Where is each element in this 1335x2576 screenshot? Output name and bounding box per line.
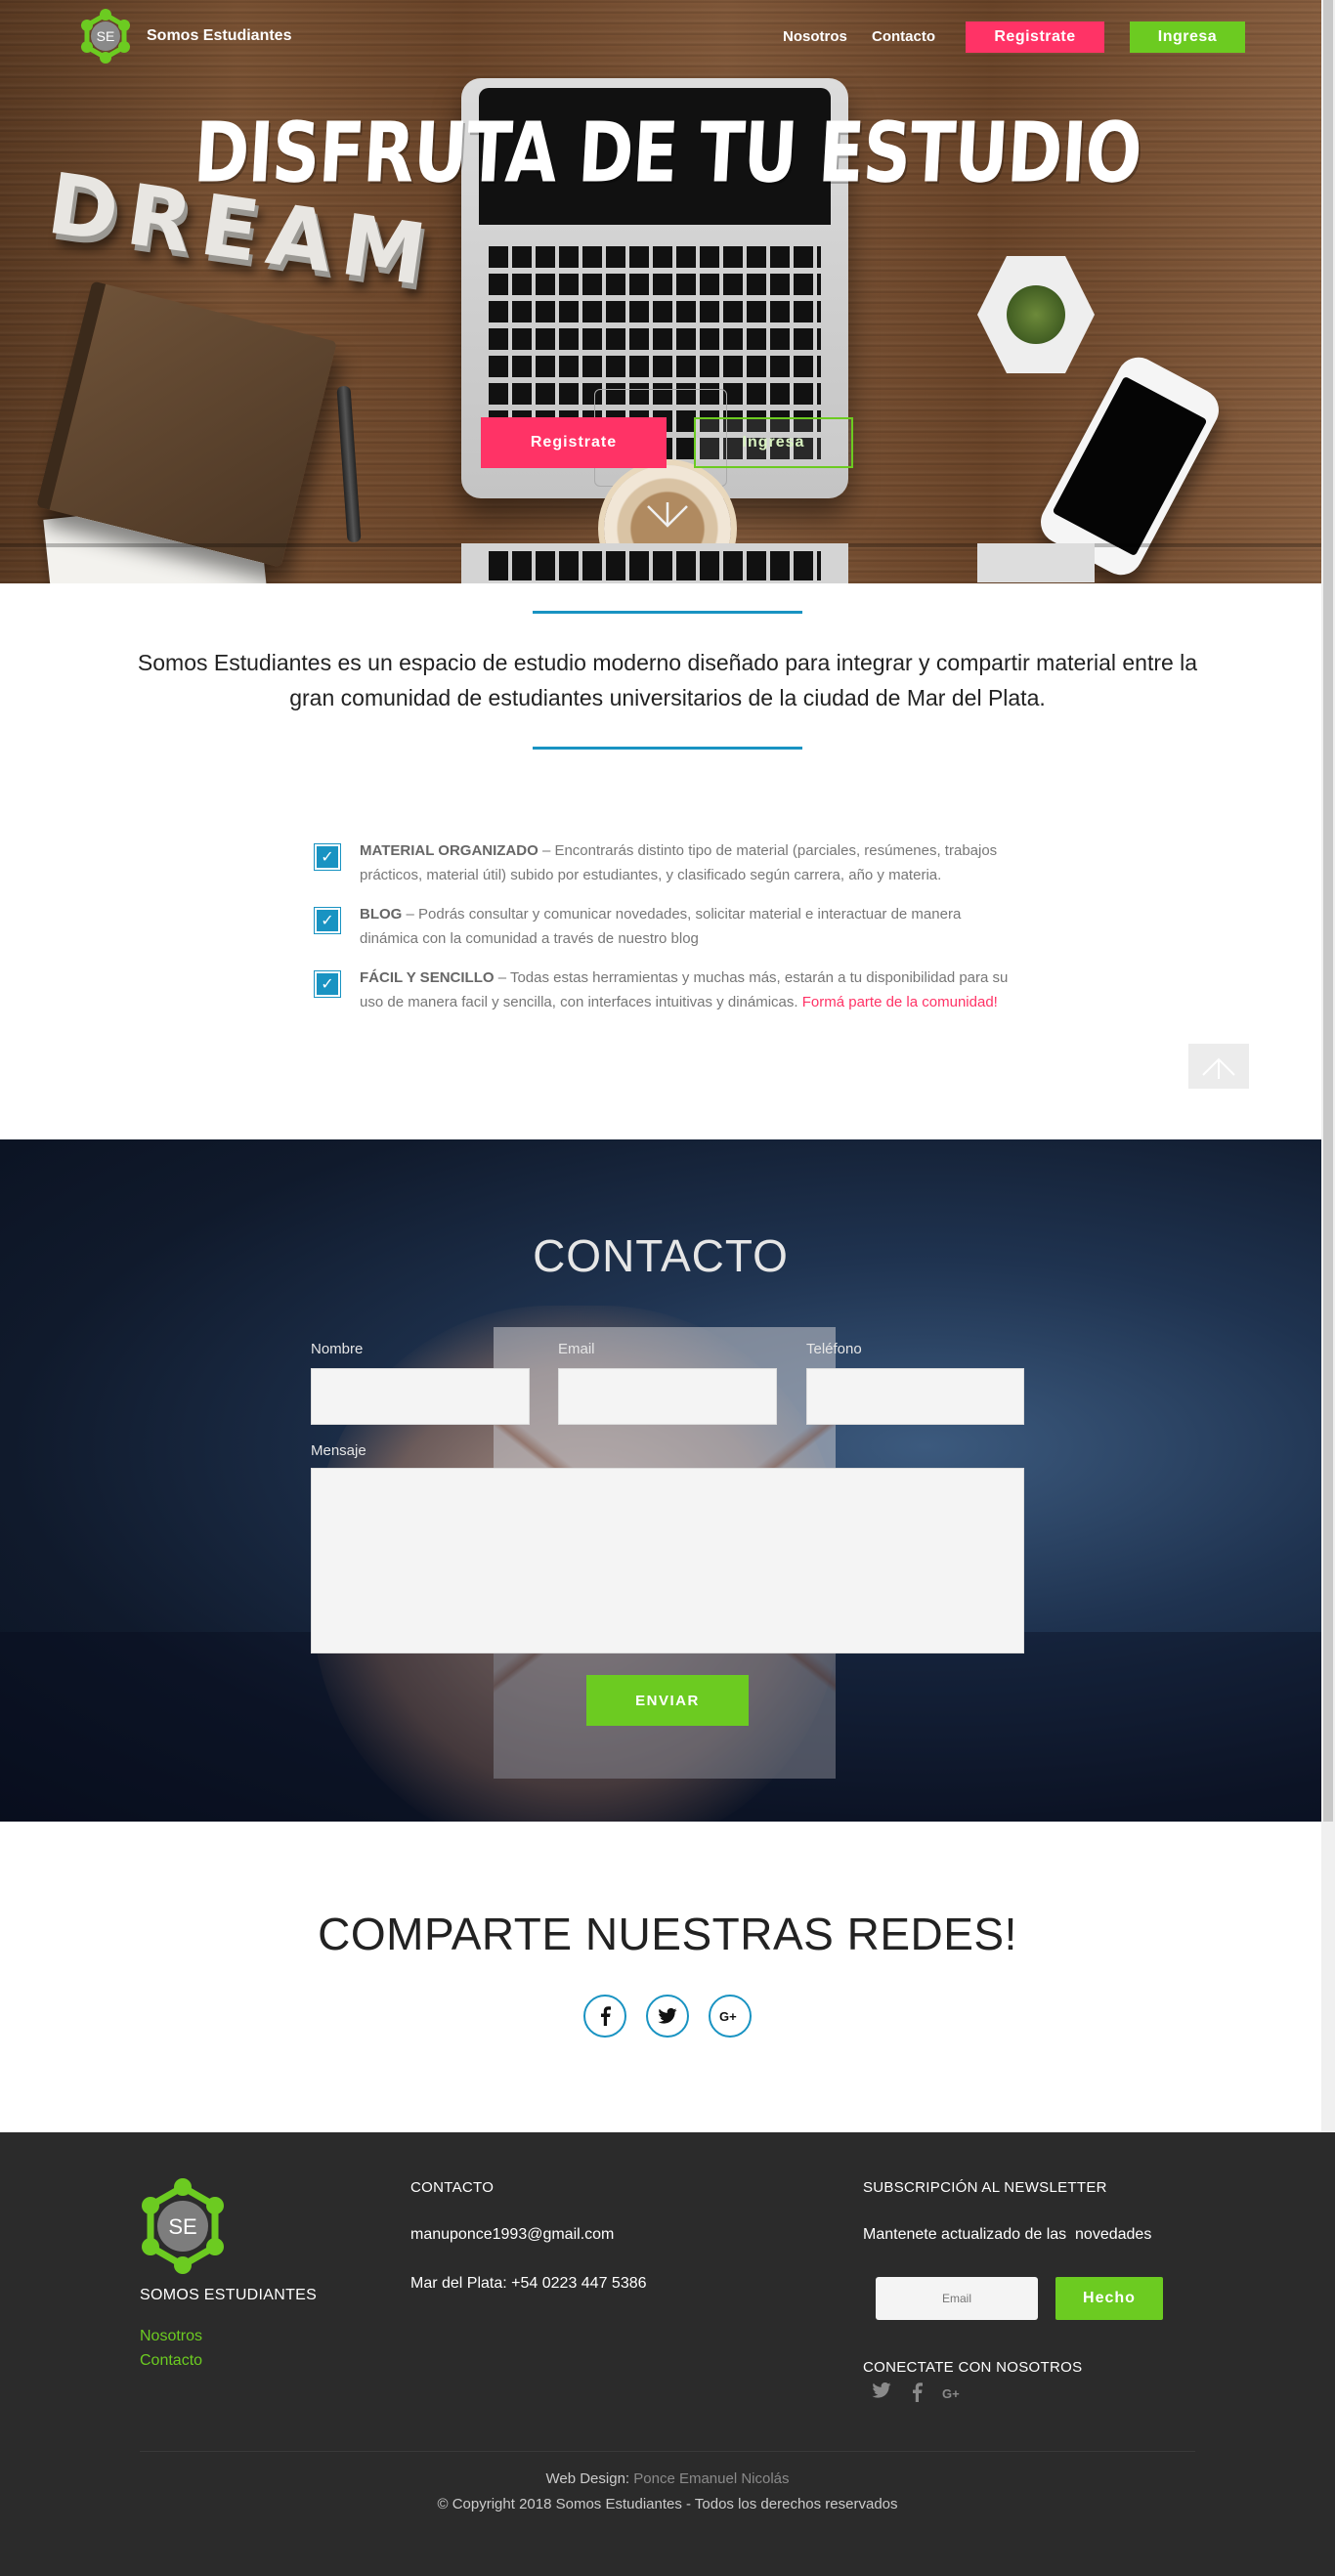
- scrollbar-thumb[interactable]: [1323, 0, 1333, 1822]
- hero-title: DISFRUTA DE TU ESTUDIO: [191, 106, 1144, 202]
- feature-title: BLOG: [360, 906, 403, 923]
- newsletter-text: Mantenete actualizado de las novedades: [863, 2226, 1152, 2243]
- photo-shade: [0, 1632, 1321, 1822]
- footer-twitter-icon[interactable]: [872, 2382, 891, 2403]
- footer-google-plus-icon[interactable]: G+: [942, 2384, 964, 2405]
- footer-credit: Web Design: Ponce Emanuel Nicolás: [0, 2470, 1335, 2487]
- facebook-icon[interactable]: [583, 1995, 626, 2038]
- feature-item: ✓ FÁCIL Y SENCILLO – Todas estas herrami…: [314, 966, 1018, 1014]
- footer-facebook-icon[interactable]: [911, 2383, 923, 2407]
- name-input[interactable]: [311, 1368, 530, 1425]
- back-to-top-button[interactable]: [1188, 1044, 1249, 1089]
- photo-plant-repeat: [977, 543, 1095, 582]
- svg-text:G+: G+: [942, 2386, 960, 2400]
- features-list: ✓ MATERIAL ORGANIZADO – Encontrarás dist…: [314, 838, 1018, 1029]
- check-icon: ✓: [314, 970, 341, 998]
- phone-input[interactable]: [806, 1368, 1024, 1425]
- footer-contact-heading: CONTACTO: [410, 2179, 495, 2196]
- newsletter-submit-button[interactable]: Hecho: [1055, 2277, 1163, 2320]
- footer-brand: SOMOS ESTUDIANTES: [140, 2287, 318, 2303]
- svg-text:G+: G+: [719, 2009, 737, 2023]
- twitter-icon[interactable]: [646, 1995, 689, 2038]
- email-label: Email: [558, 1341, 595, 1357]
- nav-login-button[interactable]: Ingresa: [1130, 21, 1245, 53]
- footer: SE SOMOS ESTUDIANTES Nosotros Contacto C…: [0, 2132, 1335, 2576]
- message-label: Mensaje: [311, 1442, 366, 1459]
- top-navbar: SE Somos Estudiantes Nosotros Contacto R…: [0, 0, 1321, 74]
- footer-divider: [140, 2451, 1195, 2452]
- logo-text: SE: [97, 28, 115, 44]
- footer-link-nosotros[interactable]: Nosotros: [140, 2328, 202, 2345]
- credit-prefix: Web Design:: [545, 2470, 634, 2487]
- name-label: Nombre: [311, 1341, 364, 1357]
- connect-heading: CONECTATE CON NOSOTROS: [863, 2359, 1083, 2376]
- credit-author-link[interactable]: Ponce Emanuel Nicolás: [633, 2470, 789, 2487]
- logo-icon[interactable]: SE: [76, 7, 135, 65]
- check-icon: ✓: [314, 907, 341, 934]
- newsletter-email-input[interactable]: [876, 2277, 1038, 2320]
- contact-title: CONTACTO: [533, 1230, 789, 1281]
- google-plus-icon[interactable]: G+: [709, 1995, 752, 2038]
- join-community-link[interactable]: Formá parte de la comunidad!: [802, 994, 998, 1010]
- scroll-down-icon[interactable]: [624, 483, 711, 551]
- brand-name[interactable]: Somos Estudiantes: [147, 27, 291, 45]
- hero-section: DREAM SE Somos Estudiantes Nosotros Cont…: [0, 0, 1321, 583]
- newsletter-heading: SUBSCRIPCIÓN AL NEWSLETTER: [863, 2179, 1107, 2196]
- intro-divider-top: [533, 611, 802, 614]
- intro-divider-bottom: [533, 747, 802, 750]
- hero-register-button[interactable]: Registrate: [481, 417, 667, 468]
- feature-item: ✓ MATERIAL ORGANIZADO – Encontrarás dist…: [314, 838, 1018, 887]
- feature-title: FÁCIL Y SENCILLO: [360, 969, 495, 986]
- contact-section: CONTACTO Nombre Email Teléfono Mensaje E…: [0, 1139, 1321, 1822]
- footer-phone: Mar del Plata: +54 0223 447 5386: [410, 2275, 647, 2292]
- phone-label: Teléfono: [806, 1341, 862, 1357]
- footer-link-contacto[interactable]: Contacto: [140, 2352, 202, 2370]
- arrow-up-icon: [1202, 1057, 1235, 1079]
- feature-title: MATERIAL ORGANIZADO: [360, 842, 538, 859]
- footer-logo-text: SE: [168, 2214, 196, 2239]
- feature-text: – Podrás consultar y comunicar novedades…: [360, 906, 962, 947]
- nav-register-button[interactable]: Registrate: [966, 21, 1104, 53]
- nav-link-contacto[interactable]: Contacto: [872, 28, 935, 45]
- message-textarea[interactable]: [311, 1468, 1024, 1653]
- send-button[interactable]: ENVIAR: [586, 1675, 749, 1726]
- hero-login-button[interactable]: Ingresa: [694, 417, 853, 468]
- share-title: COMPARTE NUESTRAS REDES!: [318, 1909, 1017, 1959]
- nav-link-nosotros[interactable]: Nosotros: [783, 28, 847, 45]
- footer-copyright: © Copyright 2018 Somos Estudiantes - Tod…: [437, 2496, 898, 2512]
- intro-text: Somos Estudiantes es un espacio de estud…: [137, 650, 1198, 710]
- footer-logo-icon[interactable]: SE: [137, 2177, 229, 2275]
- feature-item: ✓ BLOG – Podrás consultar y comunicar no…: [314, 902, 1018, 951]
- footer-email[interactable]: manuponce1993@gmail.com: [410, 2226, 614, 2244]
- email-input[interactable]: [558, 1368, 777, 1425]
- check-icon: ✓: [314, 843, 341, 871]
